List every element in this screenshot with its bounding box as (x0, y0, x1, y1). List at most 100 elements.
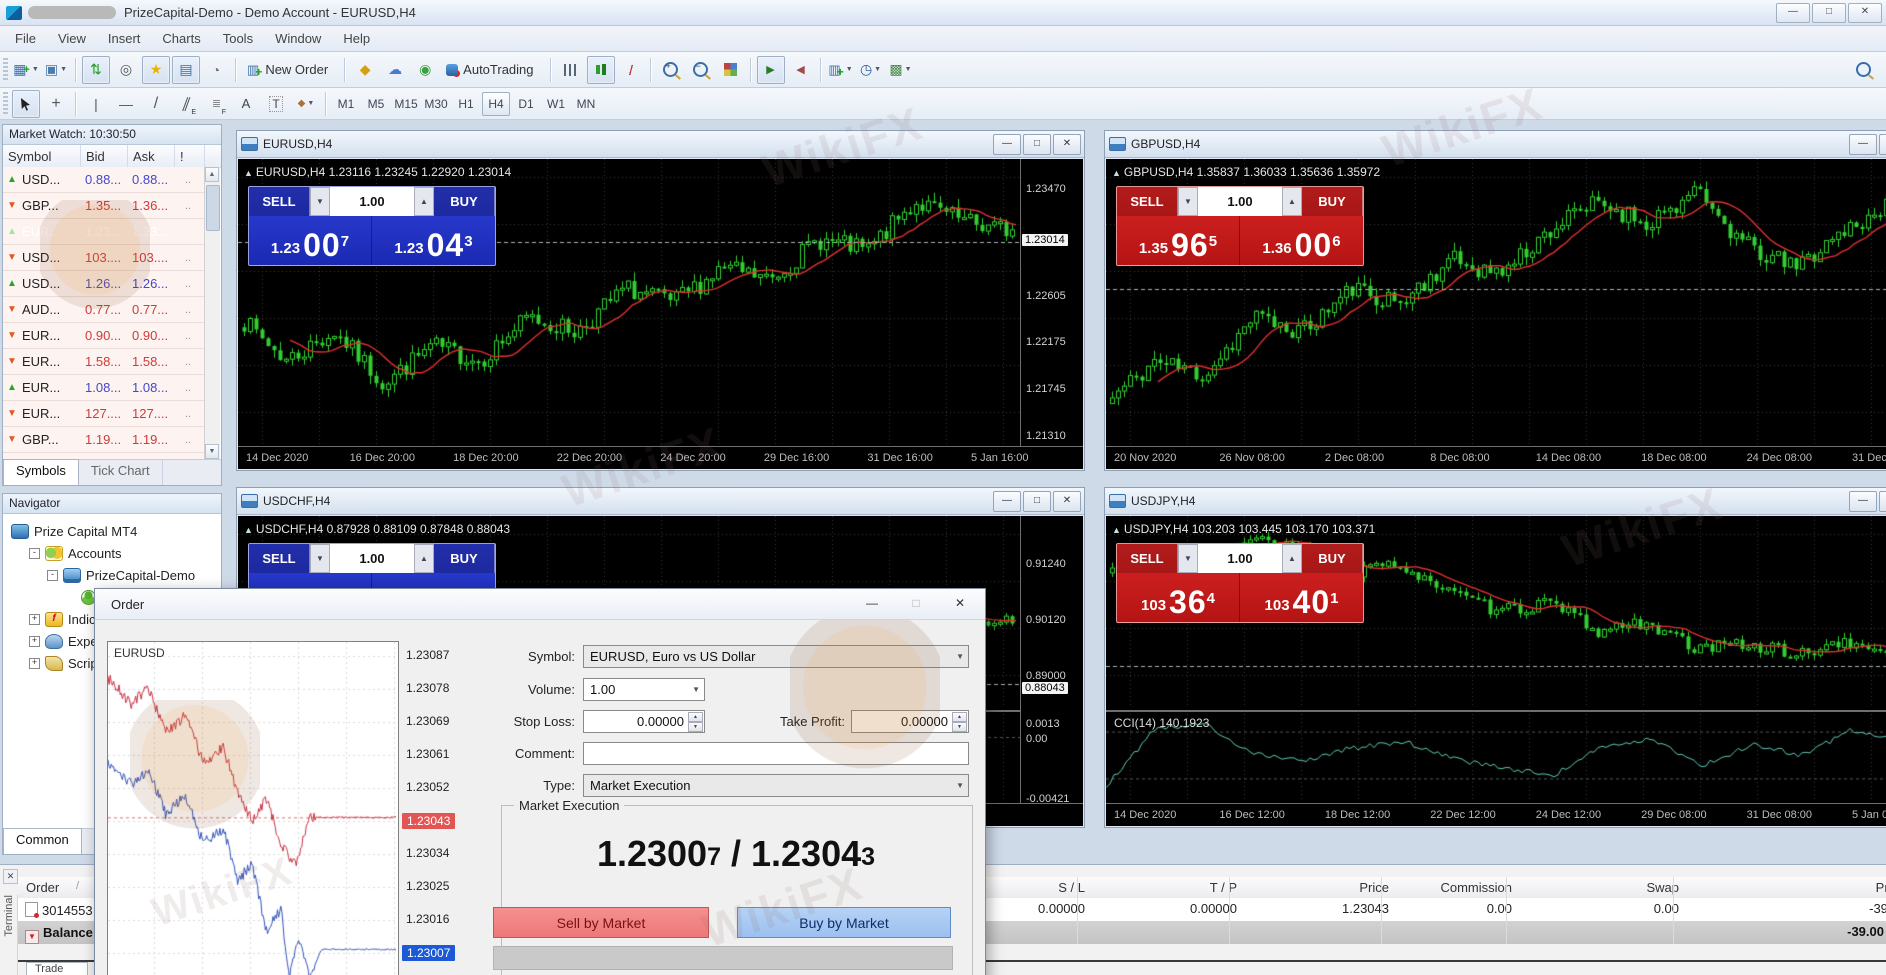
autotrading-button[interactable]: AutoTrading (441, 56, 544, 84)
channel-tool-button[interactable]: ∥E (172, 90, 200, 118)
chevron-down-icon[interactable]: ▼ (956, 652, 964, 661)
market-watch-column-x[interactable]: ! (175, 145, 205, 167)
volume-increase-button[interactable]: ▲ (1282, 187, 1302, 216)
terminal-column-profit[interactable]: Profit (1786, 880, 1886, 895)
navigator-header[interactable]: Navigator (3, 494, 221, 514)
market-watch-tab-symbols[interactable]: Symbols (3, 459, 79, 485)
tree-expander-icon[interactable]: + (29, 614, 40, 625)
dialog-minimize-button[interactable]: — (857, 593, 887, 614)
tree-expander-icon[interactable]: + (29, 658, 40, 669)
horizontal-line-tool-button[interactable]: — (112, 90, 140, 118)
volume-value[interactable]: 1.00 (1198, 187, 1282, 216)
navigator-item-prize-capital-mt4[interactable]: Prize Capital MT4 (7, 520, 219, 542)
terminal-column-commission[interactable]: Commission (1392, 880, 1512, 895)
market-watch-row[interactable]: ▲EUR...1.23...1.23..... (3, 219, 205, 245)
zoom-out-button[interactable]: − (687, 56, 715, 84)
toolbar-grip[interactable] (3, 92, 8, 116)
arrows-tool-button[interactable]: ◆▼ (292, 90, 320, 118)
navigator-toggle-button[interactable]: ★ (142, 56, 170, 84)
buy-button[interactable]: BUY (434, 187, 495, 216)
chart-minimize-button[interactable]: — (1849, 134, 1877, 155)
text-label-tool-button[interactable]: T (262, 90, 290, 118)
indicators-button[interactable]: ▥+▼ (827, 56, 855, 84)
market-watch-row[interactable]: ▲USD...1.26...1.26..... (3, 271, 205, 297)
sell-button[interactable]: SELL (1117, 187, 1178, 216)
sell-button[interactable]: SELL (249, 187, 310, 216)
take-profit-field[interactable]: 0.00000 ▲▼ (851, 710, 969, 733)
market-watch-row[interactable]: ▼GBP...1.19...1.19..... (3, 427, 205, 453)
timeframe-button-d1[interactable]: D1 (512, 92, 540, 116)
chart-close-button[interactable]: ✕ (1053, 134, 1081, 155)
scroll-down-button[interactable]: ▼ (205, 444, 219, 459)
timeframe-button-m5[interactable]: M5 (362, 92, 390, 116)
volume-increase-button[interactable]: ▲ (414, 544, 434, 573)
terminal-column-price[interactable]: Price (1269, 880, 1389, 895)
fibonacci-tool-button[interactable]: ≣F (202, 90, 230, 118)
dialog-restore-button[interactable]: □ (901, 593, 931, 614)
spin-down-icon[interactable]: ▼ (952, 722, 967, 732)
strategy-tester-button[interactable]: ◔ (202, 56, 230, 84)
buy-button[interactable]: BUY (1302, 544, 1363, 573)
market-watch-column-bid[interactable]: Bid (81, 145, 128, 167)
chart-maximize-button[interactable]: □ (1023, 134, 1051, 155)
bid-price-big[interactable]: 1.23007 (249, 216, 372, 265)
menu-item-tools[interactable]: Tools (212, 28, 264, 49)
volume-field[interactable]: 1.00 ▼ (583, 678, 705, 701)
timeframe-button-m15[interactable]: M15 (392, 92, 420, 116)
community-button[interactable]: ☁ (381, 56, 409, 84)
tree-expander-icon[interactable]: - (29, 548, 40, 559)
data-window-button[interactable]: ◎ (112, 56, 140, 84)
bid-price-big[interactable]: 1.35965 (1117, 216, 1240, 265)
navigator-tab-common[interactable]: Common (3, 828, 82, 854)
volume-value[interactable]: 1.00 (330, 187, 414, 216)
chart-minimize-button[interactable]: — (993, 491, 1021, 512)
market-watch-row[interactable]: ▼EUR...0.90...0.90..... (3, 323, 205, 349)
search-button[interactable] (1849, 56, 1877, 84)
time-axis[interactable]: 14 Dec 202016 Dec 12:0018 Dec 12:0022 De… (1106, 803, 1886, 826)
symbol-field[interactable]: EURUSD, Euro vs US Dollar ▼ (583, 645, 969, 668)
menu-item-insert[interactable]: Insert (97, 28, 152, 49)
ask-price-big[interactable]: 1.23043 (372, 216, 495, 265)
volume-increase-button[interactable]: ▲ (1282, 544, 1302, 573)
type-field[interactable]: Market Execution ▼ (583, 774, 969, 797)
timeframe-button-mn[interactable]: MN (572, 92, 600, 116)
new-chart-button[interactable]: ▦+▼ (12, 56, 40, 84)
window-maximize-button[interactable]: □ (1812, 3, 1846, 23)
chart-maximize-button[interactable]: □ (1879, 491, 1886, 512)
market-watch-row[interactable]: ▼EUR...127....127...... (3, 401, 205, 427)
market-watch-toggle-button[interactable]: ⇅ (82, 56, 110, 84)
chart-window-title-bar[interactable]: EURUSD,H4—□✕ (237, 131, 1084, 158)
market-watch-scrollbar[interactable]: ▲ ▼ (204, 167, 220, 459)
chart-shift-button[interactable]: ◀ (787, 56, 815, 84)
chart-area[interactable]: ▲EURUSD,H4 1.23116 1.23245 1.22920 1.230… (238, 159, 1083, 469)
cursor-tool-button[interactable] (12, 90, 40, 118)
chart-window-title-bar[interactable]: GBPUSD,H4—□✕ (1105, 131, 1886, 158)
sell-button[interactable]: SELL (249, 544, 310, 573)
auto-scroll-button[interactable]: ▶ (757, 56, 785, 84)
chart-maximize-button[interactable]: □ (1879, 134, 1886, 155)
trendline-tool-button[interactable]: / (142, 90, 170, 118)
new-order-button[interactable]: ▥+ New Order (242, 56, 339, 84)
chart-window-title-bar[interactable]: USDCHF,H4—□✕ (237, 488, 1084, 515)
terminal-col-order[interactable]: Order (26, 880, 59, 895)
time-axis[interactable]: 20 Nov 202026 Nov 08:002 Dec 08:008 Dec … (1106, 446, 1886, 469)
sell-by-market-button[interactable]: Sell by Market (493, 907, 709, 938)
price-scale[interactable]: 1.234701.226051.221751.217451.213101.230… (1020, 159, 1083, 447)
menu-item-help[interactable]: Help (332, 28, 381, 49)
chart-minimize-button[interactable]: — (993, 134, 1021, 155)
buy-button[interactable]: BUY (434, 544, 495, 573)
time-axis[interactable]: 14 Dec 202016 Dec 20:0018 Dec 20:0022 De… (238, 446, 1083, 469)
terminal-column-tp[interactable]: T / P (1117, 880, 1237, 895)
market-watch-row[interactable]: ▲USD...0.88...0.88..... (3, 167, 205, 193)
market-watch-tab-tick-chart[interactable]: Tick Chart (79, 460, 163, 485)
timeframe-button-h1[interactable]: H1 (452, 92, 480, 116)
chart-area[interactable]: ▲GBPUSD,H4 1.35837 1.36033 1.35636 1.359… (1106, 159, 1886, 469)
timeframe-button-m1[interactable]: M1 (332, 92, 360, 116)
menu-item-file[interactable]: File (4, 28, 47, 49)
ask-price-big[interactable]: 103401 (1240, 573, 1363, 622)
tree-expander-icon[interactable]: + (29, 636, 40, 647)
vertical-line-tool-button[interactable]: | (82, 90, 110, 118)
timeframe-button-w1[interactable]: W1 (542, 92, 570, 116)
sell-button[interactable]: SELL (1117, 544, 1178, 573)
volume-decrease-button[interactable]: ▼ (1178, 544, 1198, 573)
